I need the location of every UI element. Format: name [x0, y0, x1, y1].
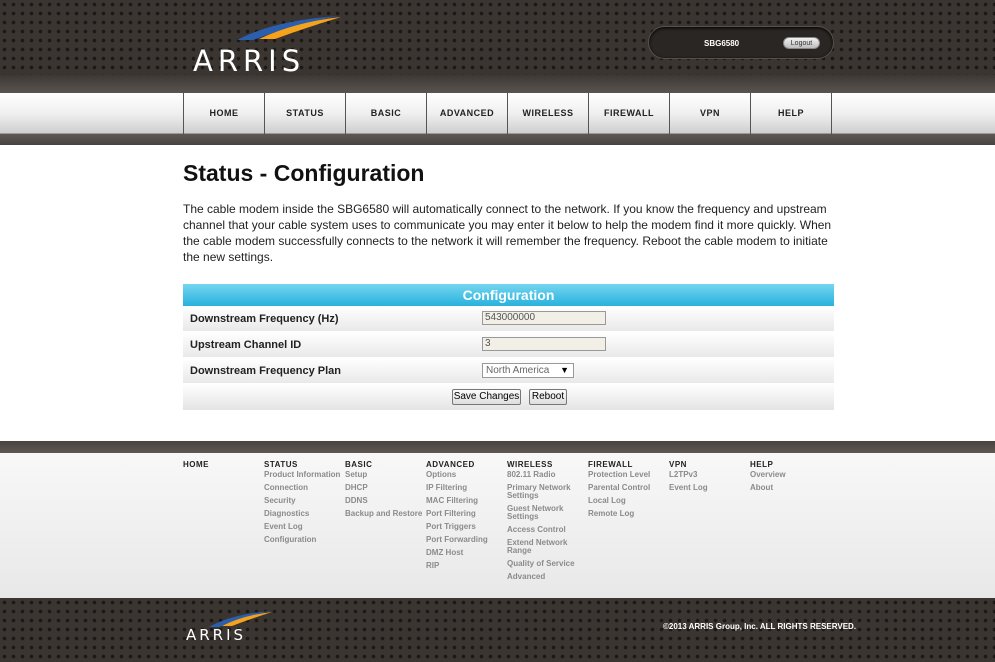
frequency-plan-select[interactable]: North America ▼ [482, 363, 574, 378]
footer-link-wireless-advanced[interactable]: Advanced [507, 573, 587, 581]
footer-col-advanced: ADVANCED Options IP Filtering MAC Filter… [426, 460, 506, 575]
downstream-frequency-input[interactable]: 543000000 [482, 311, 606, 325]
footer-col-help: HELP Overview About [750, 460, 830, 497]
footer-link-setup[interactable]: Setup [345, 471, 425, 479]
footer-col-vpn: VPN L2TPv3 Event Log [669, 460, 749, 497]
footer-link-access-control[interactable]: Access Control [507, 526, 587, 534]
footer-link-l2tpv3[interactable]: L2TPv3 [669, 471, 749, 479]
upstream-channel-row: Upstream Channel ID 3 [183, 332, 834, 358]
nav-list: HOME STATUS BASIC ADVANCED WIRELESS FIRE… [183, 93, 832, 134]
footer-link-dhcp[interactable]: DHCP [345, 484, 425, 492]
footer-link-ip-filtering[interactable]: IP Filtering [426, 484, 506, 492]
model-name: SBG6580 [704, 39, 740, 48]
footer-logo-text: ARRIS [186, 626, 247, 644]
footer-link-port-triggers[interactable]: Port Triggers [426, 523, 506, 531]
user-panel: SBG6580 Logout [648, 26, 834, 59]
arris-footer-logo: ARRIS [186, 610, 296, 646]
footer-link-parental-control[interactable]: Parental Control [588, 484, 668, 492]
nav-status[interactable]: STATUS [265, 93, 346, 134]
footer-head-firewall[interactable]: FIREWALL [588, 460, 668, 469]
nav-vpn[interactable]: VPN [670, 93, 751, 134]
nav-basic[interactable]: BASIC [346, 93, 427, 134]
nav-wireless[interactable]: WIRELESS [508, 93, 589, 134]
footer-sitemap: HOME STATUS Product Information Connecti… [0, 453, 995, 598]
nav-divider [0, 134, 995, 145]
arris-logo[interactable]: ARRIS [193, 14, 353, 78]
footer-head-status[interactable]: STATUS [264, 460, 344, 469]
footer-col-home: HOME [183, 460, 263, 471]
footer-link-dmz-host[interactable]: DMZ Host [426, 549, 506, 557]
upstream-channel-input[interactable]: 3 [482, 337, 606, 351]
footer-head-advanced[interactable]: ADVANCED [426, 460, 506, 469]
footer-link-backup-restore[interactable]: Backup and Restore [345, 510, 425, 518]
configuration-header: Configuration [183, 284, 834, 306]
footer-link-local-log[interactable]: Local Log [588, 497, 668, 505]
arris-swoosh-icon [237, 16, 341, 40]
footer-head-vpn[interactable]: VPN [669, 460, 749, 469]
footer-col-status: STATUS Product Information Connection Se… [264, 460, 344, 549]
footer-link-vpn-event-log[interactable]: Event Log [669, 484, 749, 492]
footer-link-diagnostics[interactable]: Diagnostics [264, 510, 344, 518]
downstream-frequency-row: Downstream Frequency (Hz) 543000000 [183, 306, 834, 332]
footer-link-product-information[interactable]: Product Information [264, 471, 344, 479]
intro-text: The cable modem inside the SBG6580 will … [183, 202, 832, 264]
downstream-frequency-label: Downstream Frequency (Hz) [190, 313, 339, 325]
footer-link-event-log[interactable]: Event Log [264, 523, 344, 531]
footer-link-protection-level[interactable]: Protection Level [588, 471, 668, 479]
footer-link-quality-of-service[interactable]: Quality of Service [507, 560, 587, 568]
footer-head-wireless[interactable]: WIRELESS [507, 460, 587, 469]
footer-link-security[interactable]: Security [264, 497, 344, 505]
frequency-plan-row: Downstream Frequency Plan North America … [183, 358, 834, 384]
footer-link-options[interactable]: Options [426, 471, 506, 479]
nav-advanced[interactable]: ADVANCED [427, 93, 508, 134]
footer-link-ddns[interactable]: DDNS [345, 497, 425, 505]
header-shine [0, 75, 995, 93]
footer-link-configuration[interactable]: Configuration [264, 536, 344, 544]
frequency-plan-label: Downstream Frequency Plan [190, 365, 341, 377]
footer-link-mac-filtering[interactable]: MAC Filtering [426, 497, 506, 505]
reboot-button[interactable]: Reboot [529, 389, 567, 405]
button-row: Save Changes Reboot [183, 384, 834, 410]
footer-col-basic: BASIC Setup DHCP DDNS Backup and Restore [345, 460, 425, 523]
footer-link-overview[interactable]: Overview [750, 471, 830, 479]
footer-link-80211-radio[interactable]: 802.11 Radio [507, 471, 587, 479]
footer-divider [0, 441, 995, 453]
footer-col-firewall: FIREWALL Protection Level Parental Contr… [588, 460, 668, 523]
configuration-panel: Configuration Downstream Frequency (Hz) … [183, 284, 834, 410]
main-nav: HOME STATUS BASIC ADVANCED WIRELESS FIRE… [0, 93, 995, 134]
nav-home[interactable]: HOME [184, 93, 265, 134]
footer-link-extend-network-range[interactable]: Extend Network Range [507, 539, 587, 555]
footer-col-wireless: WIRELESS 802.11 Radio Primary Network Se… [507, 460, 587, 586]
footer-link-port-filtering[interactable]: Port Filtering [426, 510, 506, 518]
header: ARRIS SBG6580 Logout [0, 0, 995, 93]
footer-head-home[interactable]: HOME [183, 460, 263, 469]
nav-help[interactable]: HELP [751, 93, 832, 134]
footer-link-remote-log[interactable]: Remote Log [588, 510, 668, 518]
footer-link-port-forwarding[interactable]: Port Forwarding [426, 536, 506, 544]
footer-head-basic[interactable]: BASIC [345, 460, 425, 469]
logout-button[interactable]: Logout [783, 37, 820, 49]
save-changes-button[interactable]: Save Changes [452, 389, 521, 405]
footer: ARRIS ©2013 ARRIS Group, Inc. ALL RIGHTS… [0, 598, 995, 662]
footer-link-connection[interactable]: Connection [264, 484, 344, 492]
dropdown-arrow-icon: ▼ [560, 365, 569, 375]
footer-link-primary-network[interactable]: Primary Network Settings [507, 484, 587, 500]
footer-link-about[interactable]: About [750, 484, 830, 492]
copyright-text: ©2013 ARRIS Group, Inc. ALL RIGHTS RESER… [663, 622, 857, 631]
logo-text: ARRIS [193, 44, 306, 78]
nav-firewall[interactable]: FIREWALL [589, 93, 670, 134]
footer-link-guest-network[interactable]: Guest Network Settings [507, 505, 587, 521]
page-title: Status - Configuration [183, 160, 425, 186]
upstream-channel-label: Upstream Channel ID [190, 339, 302, 351]
footer-link-rip[interactable]: RIP [426, 562, 506, 570]
frequency-plan-value: North America [486, 365, 550, 376]
footer-head-help[interactable]: HELP [750, 460, 830, 469]
